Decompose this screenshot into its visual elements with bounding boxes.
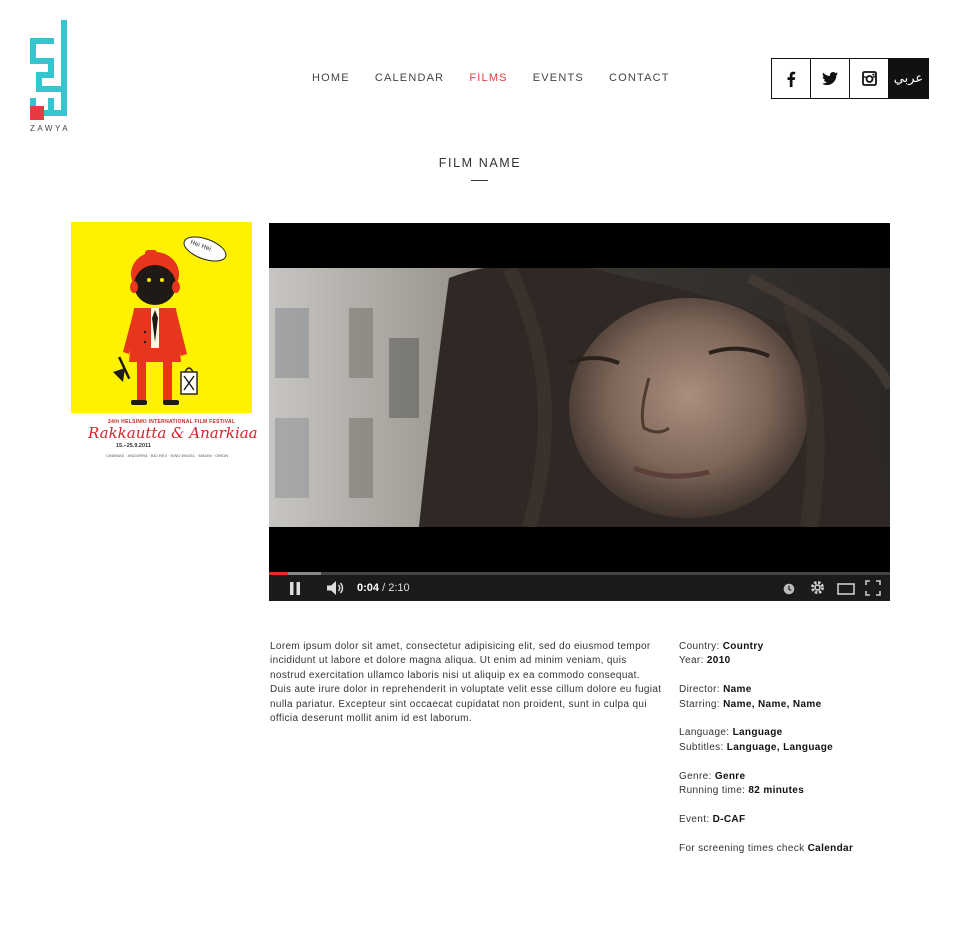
arabic-language-button[interactable]: عربي [889, 59, 928, 98]
poster-footer-line: CINEMAS · ANDORRA · BIO REX · KINO ENGEL… [106, 453, 229, 458]
poster-dates: 15.–25.9.2011 [116, 443, 151, 449]
duration: 2:10 [388, 582, 410, 594]
info-language: Language: Language [679, 727, 783, 739]
theater-icon [837, 583, 855, 595]
poster-festival-name: Rakkautta & Anarkiaa [88, 424, 258, 442]
nav-home[interactable]: HOME [312, 72, 350, 84]
time-display: 0:04 / 2:10 [357, 582, 410, 594]
info-group-genre: Genre: Genre Running time: 82 minutes [679, 770, 919, 799]
theater-mode-button[interactable] [837, 582, 855, 600]
logo-wordmark: ZAWYA [30, 124, 71, 133]
gear-icon [811, 581, 824, 594]
video-player[interactable]: 0:04 / 2:10 [269, 223, 890, 601]
info-event: Event: D-CAF [679, 813, 746, 825]
film-poster[interactable]: Hei Hei [71, 222, 252, 413]
clock-icon [783, 583, 795, 595]
twitter-icon [822, 72, 838, 85]
watch-later-button[interactable] [783, 582, 795, 600]
calendar-link[interactable]: Calendar [808, 843, 854, 854]
info-subtitles: Subtitles: Language, Language [679, 741, 834, 753]
title-divider [471, 180, 488, 181]
nav-calendar[interactable]: CALENDAR [375, 72, 445, 84]
info-director: Director: Name [679, 684, 752, 696]
info-group-people: Director: Name Starring: Name, Name, Nam… [679, 683, 919, 712]
info-starring: Starring: Name, Name, Name [679, 698, 822, 710]
info-screening: For screening times check Calendar [679, 842, 854, 854]
instagram-button[interactable] [850, 59, 889, 98]
info-group-screening: For screening times check Calendar [679, 842, 919, 856]
volume-button[interactable] [326, 581, 346, 600]
fullscreen-icon [865, 580, 881, 596]
zawya-logo[interactable] [28, 18, 74, 138]
info-year: Year: 2010 [679, 655, 731, 667]
nav-films[interactable]: FILMS [469, 72, 507, 84]
settings-button[interactable] [810, 580, 825, 600]
info-group-language: Language: Language Subtitles: Language, … [679, 726, 919, 755]
facebook-icon [787, 71, 796, 87]
logo-mark-icon [30, 20, 67, 120]
facebook-button[interactable] [772, 59, 811, 98]
social-links: عربي [771, 58, 929, 99]
page-title: FILM NAME [438, 156, 522, 170]
info-genre: Genre: Genre [679, 770, 746, 782]
nav-events[interactable]: EVENTS [533, 72, 584, 84]
nav-contact[interactable]: CONTACT [609, 72, 670, 84]
twitter-button[interactable] [811, 59, 850, 98]
instagram-icon [861, 71, 877, 86]
video-frame[interactable] [269, 268, 890, 527]
fullscreen-button[interactable] [865, 580, 881, 601]
player-controls: 0:04 / 2:10 [269, 575, 890, 601]
info-group-event: Event: D-CAF [679, 813, 919, 827]
poster-illustration: Hei Hei [113, 236, 227, 405]
pause-icon [290, 582, 300, 595]
film-description: Lorem ipsum dolor sit amet, consectetur … [270, 641, 662, 725]
current-time: 0:04 [357, 582, 380, 594]
main-nav: HOME CALENDAR FILMS EVENTS CONTACT [312, 72, 695, 84]
volume-icon [327, 581, 344, 595]
info-group-origin: Country: Country Year: 2010 [679, 640, 919, 669]
info-country: Country: Country [679, 641, 764, 652]
info-running-time: Running time: 82 minutes [679, 785, 805, 797]
video-still [269, 268, 890, 527]
film-info: Country: Country Year: 2010 Director: Na… [679, 640, 919, 870]
pause-button[interactable] [289, 582, 301, 600]
